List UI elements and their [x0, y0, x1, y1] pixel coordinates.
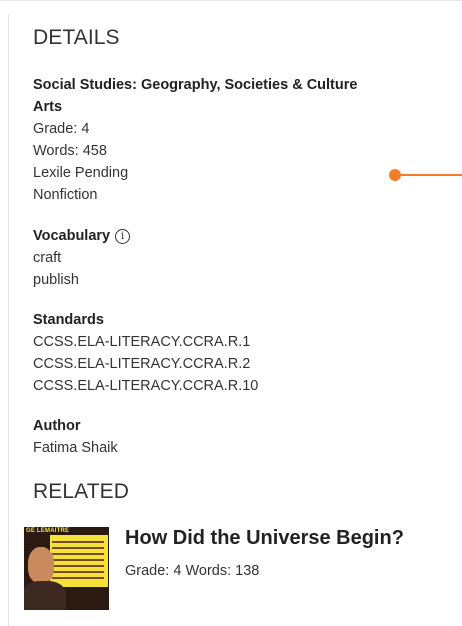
thumbnail-text-line [52, 553, 104, 555]
subject-item[interactable]: Arts [33, 96, 357, 118]
top-divider [0, 0, 462, 1]
standard-item: CCSS.ELA-LITERACY.CCRA.R.1 [33, 334, 251, 350]
related-article-meta: Grade: 4 Words: 138 [125, 563, 260, 579]
author-block: Author Fatima Shaik [33, 415, 118, 459]
related-article-thumbnail[interactable]: GE LEMAITRE [24, 527, 109, 610]
vocabulary-word[interactable]: craft [33, 247, 130, 269]
related-article-title[interactable]: How Did the Universe Begin? [125, 527, 404, 550]
word-count-text: Words: 458 [33, 143, 107, 159]
details-heading: DETAILS [33, 26, 120, 49]
thumbnail-text-line [52, 547, 104, 549]
vocabulary-word[interactable]: publish [33, 269, 130, 291]
thumbnail-text-line [52, 577, 104, 579]
related-article-card[interactable]: GE LEMAITRE How Did the Universe Begin? … [24, 527, 444, 611]
thumbnail-portrait-face [28, 547, 54, 583]
standard-item: CCSS.ELA-LITERACY.CCRA.R.10 [33, 378, 259, 394]
subject-item[interactable]: Social Studies: Geography, Societies & C… [33, 74, 357, 96]
orange-slider-handle[interactable] [389, 169, 401, 181]
related-heading: RELATED [33, 480, 129, 503]
author-heading: Author [33, 418, 81, 434]
author-name[interactable]: Fatima Shaik [33, 437, 118, 459]
thumbnail-text-line [52, 565, 104, 567]
info-icon[interactable]: i [115, 229, 131, 244]
left-divider [8, 14, 9, 626]
thumbnail-portrait-body [24, 581, 66, 610]
standard-item: CCSS.ELA-LITERACY.CCRA.R.2 [33, 356, 251, 372]
vocabulary-block: Vocabulary i craft publish [33, 225, 131, 291]
vocabulary-heading-label: Vocabulary [33, 228, 111, 244]
thumbnail-caption: GE LEMAITRE [26, 528, 70, 534]
genre-text: Nonfiction [33, 187, 98, 203]
lexile-text: Lexile Pending [33, 165, 129, 181]
thumbnail-text-line [52, 559, 104, 561]
standards-block: Standards CCSS.ELA-LITERACY.CCRA.R.1 CCS… [33, 309, 258, 397]
standards-heading: Standards [33, 312, 104, 328]
vocabulary-heading: Vocabulary i [33, 225, 131, 247]
thumbnail-text-line [52, 571, 104, 573]
thumbnail-text-line [52, 541, 104, 543]
orange-slider-track [397, 174, 462, 176]
details-info-block: Social Studies: Geography, Societies & C… [33, 74, 357, 206]
grade-text: Grade: 4 [33, 121, 90, 137]
